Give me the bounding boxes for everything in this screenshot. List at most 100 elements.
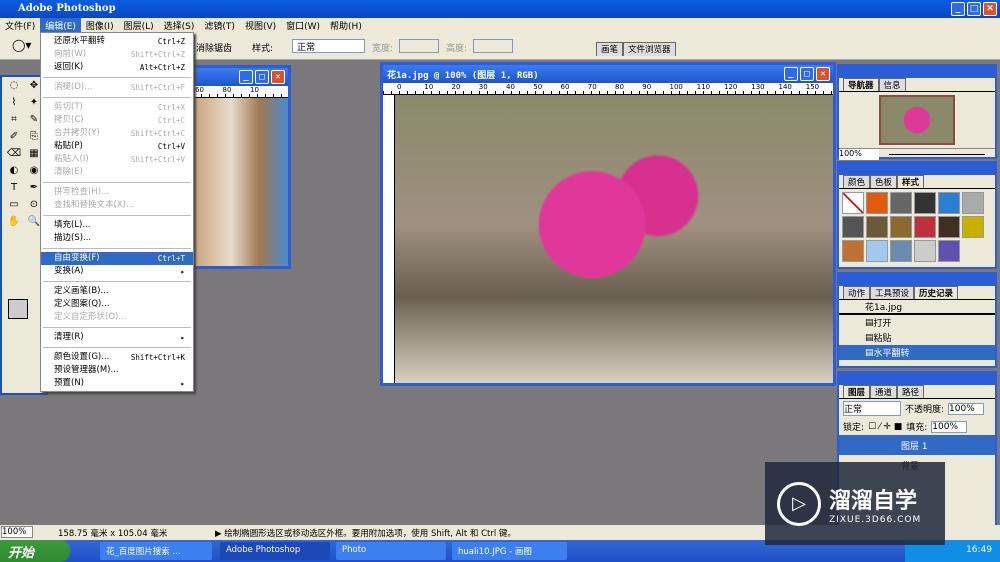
style-swatch[interactable] [890,192,912,214]
edit-menu-item[interactable]: 粘贴(P) Ctrl+V [41,140,193,153]
tool-icon[interactable]: ◌ [5,80,23,95]
menu-3[interactable]: 图层(L) [119,18,159,32]
edit-menu-item[interactable]: 描边(S)... [41,232,193,245]
menu-8[interactable]: 帮助(H) [325,18,367,32]
style-swatch[interactable] [938,216,960,238]
menu-4[interactable]: 选择(S) [159,18,200,32]
edit-menu-item[interactable]: 合并拷贝(Y) Shift+Ctrl+C [41,127,193,140]
tab-actions[interactable]: 动作 [843,286,871,299]
style-swatch[interactable] [914,216,936,238]
layer-row[interactable]: 图层 1 [839,435,995,455]
main-doc-title-bar[interactable]: 花1a.jpg @ 100% (图层 1, RGB) _ □ ✕ [383,65,833,83]
status-zoom[interactable]: 100% [1,526,33,538]
lock-icons[interactable]: ☐ ⁄ ✛ ■ [868,422,902,432]
fill-input[interactable]: 100% [931,420,968,433]
start-button[interactable]: 开始 [0,540,70,562]
task-browser[interactable]: 花_百度图片搜索 ... [100,542,212,560]
navigator-zoom[interactable]: 100% [839,149,879,160]
tab-channels[interactable]: 通道 [870,385,898,398]
opacity-input[interactable]: 100% [948,402,985,415]
child-photo-canvas[interactable] [193,98,288,266]
history-item[interactable]: ▤ 水平翻转 [839,345,995,360]
tab-brushes[interactable]: 画笔 [596,42,624,56]
edit-menu-item[interactable]: 还原水平翻转 Ctrl+Z [41,35,193,48]
tool-icon[interactable]: ⌫ [5,148,23,163]
menu-1[interactable]: 编辑(E) [40,18,81,32]
style-swatch[interactable] [914,192,936,214]
tab-navigator[interactable]: 导航器 [843,78,879,91]
style-select[interactable]: 正常 [292,39,365,53]
edit-menu-item[interactable]: 拼写检查(H)... [41,186,193,199]
style-swatch[interactable] [914,240,936,262]
style-swatch[interactable] [938,192,960,214]
menu-6[interactable]: 视图(V) [240,18,281,32]
edit-menu-item[interactable]: 定义图案(Q)... [41,298,193,311]
blend-mode-select[interactable]: 正常 [843,401,901,416]
edit-menu-item[interactable]: 预设管理器(M)... [41,364,193,377]
menu-5[interactable]: 滤镜(T) [199,18,240,32]
tool-icon[interactable]: ✋ [5,216,23,231]
menu-2[interactable]: 图像(I) [81,18,119,32]
tab-swatches[interactable]: 色板 [870,175,898,188]
style-swatch[interactable] [866,216,888,238]
style-swatch[interactable] [842,240,864,262]
tool-icon[interactable]: ⌗ [5,114,23,129]
tab-styles[interactable]: 样式 [897,175,925,188]
style-swatch[interactable] [890,240,912,262]
small-doc-title-bar[interactable]: _ □ ✕ [193,68,288,86]
edit-menu-item[interactable]: 清理(R) ▸ [41,331,193,344]
menu-7[interactable]: 窗口(W) [281,18,325,32]
doc-maximize-button[interactable]: □ [800,67,814,81]
history-item[interactable]: ▤ 打开 [839,315,995,330]
edit-menu-item[interactable]: 预置(N) ▸ [41,377,193,390]
foreground-color[interactable] [8,299,28,319]
ellipse-marquee-icon[interactable]: ◯▾ [12,38,31,52]
edit-menu-item[interactable]: 查找和替换文本(X)... [41,199,193,212]
maximize-button[interactable]: □ [967,2,981,16]
minimize-button[interactable]: _ [951,2,965,16]
edit-menu-item[interactable]: 拷贝(C) Ctrl+C [41,114,193,127]
edit-menu-item[interactable]: 定义画笔(B)... [41,285,193,298]
navigator-thumbnail[interactable] [879,95,955,145]
style-swatch[interactable] [842,192,864,214]
style-swatch[interactable] [890,216,912,238]
style-swatch[interactable] [962,192,984,214]
tool-icon[interactable]: ⌇ [5,97,23,112]
tab-history[interactable]: 历史记录 [914,286,959,299]
menu-0[interactable]: 文件(F) [0,18,40,32]
style-swatch[interactable] [866,192,888,214]
history-snapshot[interactable]: 花1a.jpg [839,300,995,315]
edit-menu-item[interactable]: 自由变换(F) Ctrl+T [41,252,193,265]
tool-icon[interactable]: ✐ [5,131,23,146]
style-swatch[interactable] [842,216,864,238]
task-paint[interactable]: huali10.JPG - 画图 [452,542,567,560]
tab-tool-presets[interactable]: 工具预设 [870,286,915,299]
width-input[interactable] [399,39,439,53]
tool-icon[interactable]: ◐ [5,165,23,180]
edit-menu-item[interactable]: 剪切(T) Ctrl+X [41,101,193,114]
tab-color[interactable]: 颜色 [843,175,871,188]
edit-menu-item[interactable]: 颜色设置(G)... Shift+Ctrl+K [41,351,193,364]
edit-menu-item[interactable]: 定义自定形状(O)... [41,311,193,324]
tool-icon[interactable]: ▭ [5,199,23,214]
history-item[interactable]: ▤ 粘贴 [839,330,995,345]
edit-menu-item[interactable]: 向前(W) Shift+Ctrl+Z [41,48,193,61]
doc-minimize-button[interactable]: _ [784,67,798,81]
edit-menu-item[interactable]: 填充(L)... [41,219,193,232]
edit-menu-item[interactable]: 消褪(D)... Shift+Ctrl+F [41,81,193,94]
edit-menu-item[interactable]: 变换(A) ▸ [41,265,193,278]
tab-file-browser[interactable]: 文件浏览器 [623,42,676,56]
style-swatch[interactable] [866,240,888,262]
edit-menu-item[interactable]: 粘贴入(I) Shift+Ctrl+V [41,153,193,166]
task-photo-folder[interactable]: Photo [336,542,446,560]
edit-menu-item[interactable]: 清除(E) [41,166,193,179]
tab-paths[interactable]: 路径 [897,385,925,398]
edit-menu-item[interactable]: 返回(K) Alt+Ctrl+Z [41,61,193,74]
tab-layers[interactable]: 图层 [843,385,871,398]
doc-close-button[interactable]: ✕ [816,67,830,81]
style-swatch[interactable] [962,216,984,238]
height-input[interactable] [473,39,513,53]
zoom-slider[interactable] [889,149,985,155]
close-button[interactable]: ✕ [983,2,997,16]
tab-info[interactable]: 信息 [878,78,906,91]
